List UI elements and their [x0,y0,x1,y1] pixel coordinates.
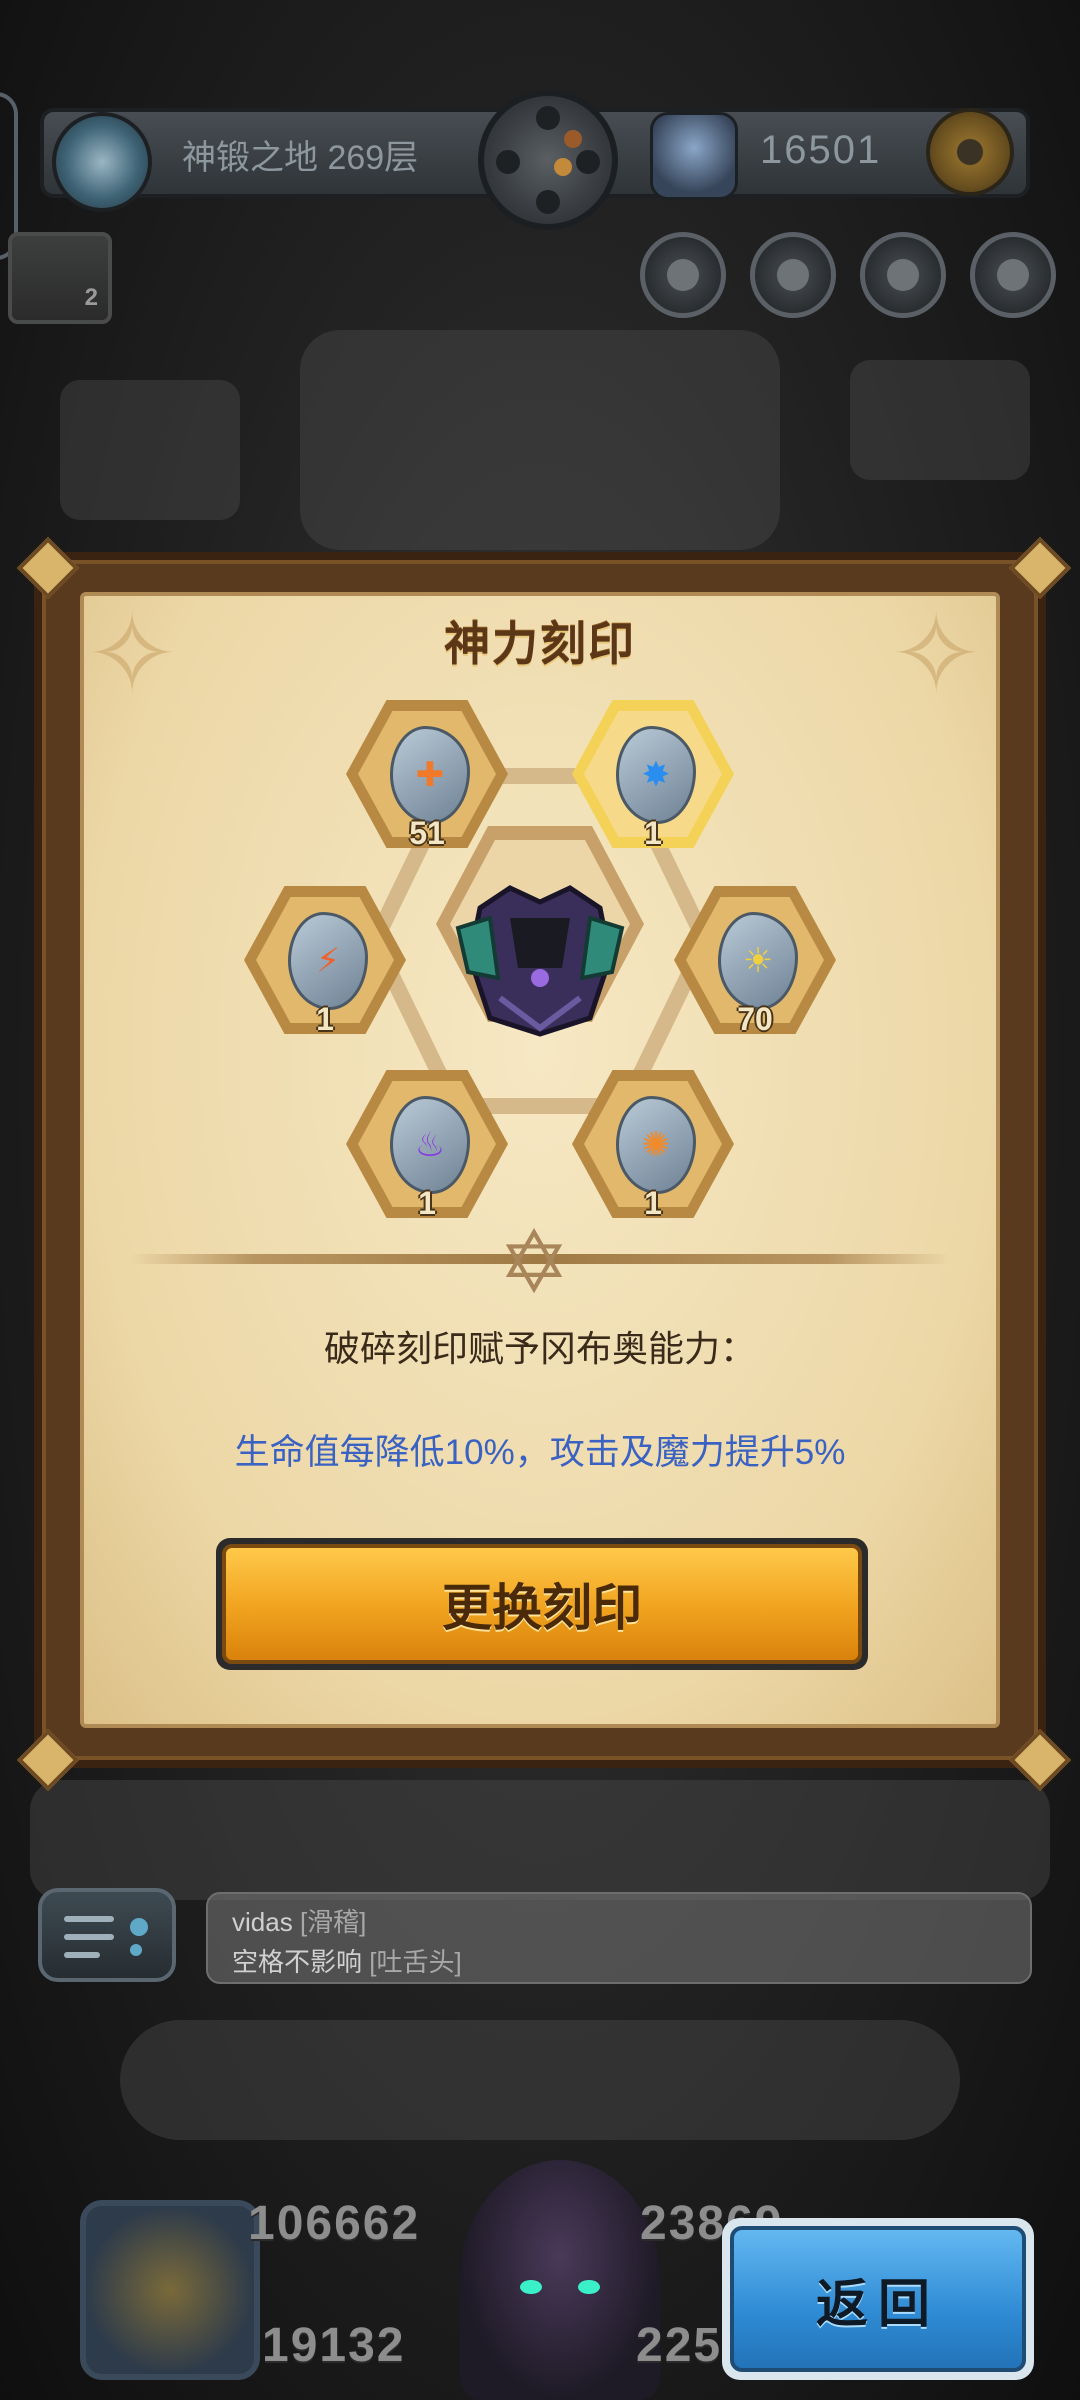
hero-portrait[interactable] [80,2200,260,2380]
rune-count: 51 [409,815,445,851]
stat-top-left: 106662 [248,2197,421,2250]
rune-count: 1 [316,1001,334,1037]
hooded-hero-figure [460,2160,660,2400]
hexagram-icon: ✡ [498,1215,571,1311]
chat-username: vidas [232,1907,293,1937]
stat-bottom-left: 19132 [262,2319,406,2372]
orange-crack-rune-icon: ⚡ [288,912,368,1010]
rune-slot[interactable]: ✚ 51 [346,700,508,851]
orange-swirl-rune-icon: ✺ [616,1096,696,1194]
currency-value: 16501 [760,128,882,172]
stat-bottom-right: 225 [636,2319,723,2372]
chat-message-text: 空格不影响 [232,1947,363,1977]
modal-title: 神力刻印 [444,618,636,670]
rune-slot[interactable]: ✺ 1 [572,1070,734,1221]
settings-gear-icon[interactable] [926,108,1014,196]
equipment-slot-3-button[interactable] [860,232,946,318]
orange-cross-rune-icon: ✚ [390,726,470,824]
rune-slot-selected[interactable]: ✸ 1 [572,700,734,851]
purple-flame-rune-icon: ♨ [390,1096,470,1194]
portal-icon[interactable] [52,112,152,212]
swap-rune-button-label: 更换刻印 [222,1544,862,1664]
equipment-slot-2-button[interactable] [750,232,836,318]
quest-badge-icon[interactable]: 2 [8,232,112,324]
chat-message-line: 空格不影响 [吐舌头] [232,1942,462,1979]
rune-count: 1 [418,1185,436,1221]
blue-star-rune-icon: ✸ [616,726,696,824]
ability-label: 破碎刻印赋予冈布奥能力： [323,1328,756,1369]
chat-robot-icon[interactable] [38,1888,176,1982]
rune-count: 70 [737,1001,773,1037]
ability-description: 生命值每降低10%，攻击及魔力提升5% [234,1433,846,1472]
swap-rune-button[interactable]: 更换刻印 [216,1538,868,1670]
rune-slot[interactable]: ⚡ 1 [244,886,406,1037]
compass-gear-icon[interactable] [478,90,618,230]
rune-slot[interactable]: ♨ 1 [346,1070,508,1221]
back-button-label: 返回 [730,2226,1026,2372]
rune-count: 1 [644,1185,662,1221]
rune-slot[interactable]: ☀ 70 [674,886,836,1037]
helmet-currency-icon [650,112,738,200]
chat-message-emote: [吐舌头] [369,1947,462,1977]
shadow-armor-icon [455,885,625,1037]
chat-user-emote: [滑稽] [299,1907,367,1937]
equipment-slot-1-button[interactable] [640,232,726,318]
badge-count: 2 [84,284,98,311]
floor-label: 神锻之地 269层 [182,139,419,177]
back-button[interactable]: 返回 [722,2218,1034,2380]
rune-count: 1 [644,815,662,851]
yellow-sun-rune-icon: ☀ [718,912,798,1010]
equipment-slot-4-button[interactable] [970,232,1056,318]
chat-message-header: vidas [滑稽] [232,1902,366,1939]
